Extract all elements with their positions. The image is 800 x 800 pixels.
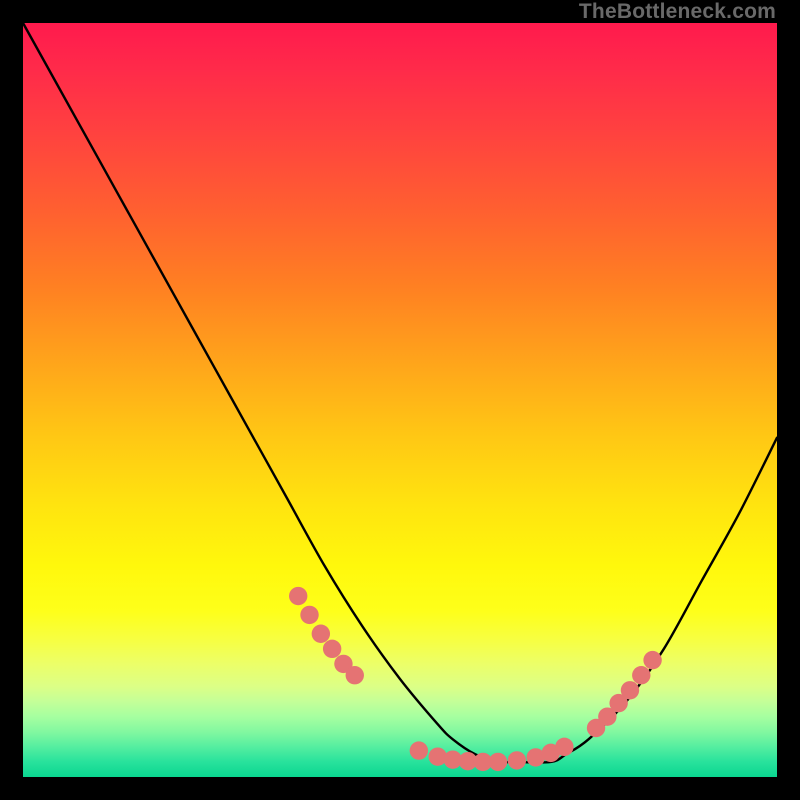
watermark-text: TheBottleneck.com bbox=[579, 0, 776, 24]
data-point bbox=[643, 651, 661, 669]
curve-layer bbox=[23, 23, 777, 762]
data-point bbox=[300, 606, 318, 624]
data-point bbox=[323, 640, 341, 658]
dots-layer bbox=[289, 587, 662, 771]
data-point bbox=[489, 753, 507, 771]
data-point bbox=[632, 666, 650, 684]
data-point bbox=[289, 587, 307, 605]
data-point bbox=[410, 741, 428, 759]
chart-svg bbox=[23, 23, 777, 777]
data-point bbox=[312, 625, 330, 643]
chart-stage: TheBottleneck.com bbox=[0, 0, 800, 800]
data-point bbox=[346, 666, 364, 684]
data-point bbox=[508, 751, 526, 769]
bottleneck-curve bbox=[23, 23, 777, 762]
data-point bbox=[621, 681, 639, 699]
data-point bbox=[555, 738, 573, 756]
